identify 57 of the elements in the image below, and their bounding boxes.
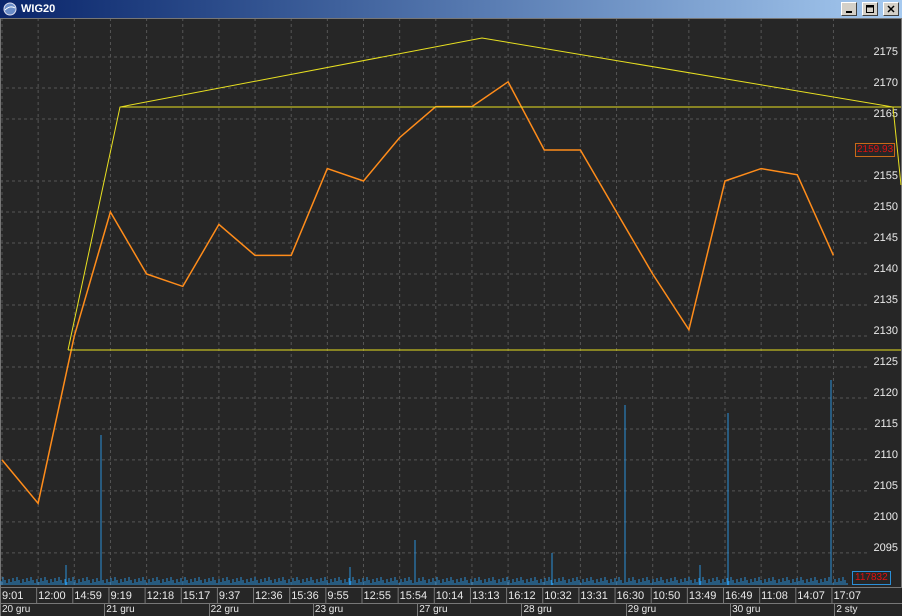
maximize-icon bbox=[866, 5, 874, 13]
time-label: 11:08 bbox=[761, 590, 788, 602]
y-axis-label: 2110 bbox=[874, 448, 898, 461]
time-label: 13:13 bbox=[472, 590, 500, 602]
time-label: 14:59 bbox=[74, 590, 102, 602]
close-button[interactable] bbox=[883, 2, 899, 16]
date-label: 21 gru bbox=[104, 604, 209, 616]
time-label: 13:31 bbox=[580, 590, 608, 602]
time-label: 9:55 bbox=[327, 590, 349, 602]
date-label: 28 gru bbox=[521, 604, 626, 616]
date-label: 2 sty bbox=[834, 604, 902, 616]
close-icon bbox=[887, 5, 895, 13]
time-label: 12:55 bbox=[364, 590, 392, 602]
y-axis-label: 2175 bbox=[874, 46, 898, 58]
volume-tag: 117832 bbox=[852, 571, 891, 585]
maximize-button[interactable] bbox=[862, 2, 878, 16]
date-label: 20 gru bbox=[0, 604, 104, 616]
y-axis-label: 2115 bbox=[874, 418, 898, 430]
y-axis-label: 2105 bbox=[874, 480, 898, 492]
y-axis-label: 2145 bbox=[874, 232, 898, 244]
time-label: 16:12 bbox=[508, 590, 536, 602]
date-label: 30 gru bbox=[730, 604, 834, 616]
time-label: 16:30 bbox=[616, 590, 644, 602]
time-label: 15:54 bbox=[400, 590, 428, 602]
time-label: 12:18 bbox=[146, 590, 174, 602]
y-axis-label: 2100 bbox=[874, 510, 898, 523]
y-axis-label: 2140 bbox=[874, 263, 898, 275]
y-axis-label: 2125 bbox=[874, 356, 898, 368]
time-label: 12:36 bbox=[255, 590, 283, 602]
globe-icon bbox=[3, 2, 17, 16]
time-label: 10:50 bbox=[652, 590, 680, 602]
time-label: 15:36 bbox=[291, 590, 319, 602]
time-label: 9:37 bbox=[218, 590, 240, 602]
date-label: 29 gru bbox=[626, 604, 730, 616]
time-label: 15:17 bbox=[182, 590, 210, 602]
y-axis-label: 2170 bbox=[874, 77, 898, 90]
y-axis-label: 2135 bbox=[874, 294, 898, 306]
time-label: 10:32 bbox=[544, 590, 572, 602]
y-axis-label: 2095 bbox=[874, 542, 898, 554]
date-label: 22 gru bbox=[208, 604, 313, 616]
date-label: 27 gru bbox=[417, 604, 522, 616]
time-label: 17:07 bbox=[833, 590, 861, 602]
window-title: WIG20 bbox=[21, 2, 56, 17]
y-axis-label: 2150 bbox=[874, 201, 898, 213]
price-tag: 2159.93 bbox=[855, 143, 896, 157]
time-label: 13:49 bbox=[688, 590, 716, 602]
minimize-button[interactable] bbox=[841, 2, 857, 16]
time-label: 14:07 bbox=[797, 590, 825, 602]
time-label: 16:49 bbox=[725, 590, 753, 602]
time-label: 10:14 bbox=[436, 590, 464, 602]
y-axis-label: 2130 bbox=[874, 324, 898, 337]
y-axis-label: 2120 bbox=[874, 386, 898, 399]
time-label: 9:01 bbox=[2, 590, 24, 602]
time-label: 9:19 bbox=[110, 590, 132, 602]
y-axis-label: 2155 bbox=[874, 170, 898, 182]
date-label: 23 gru bbox=[312, 604, 418, 616]
time-label: 12:00 bbox=[38, 590, 66, 602]
